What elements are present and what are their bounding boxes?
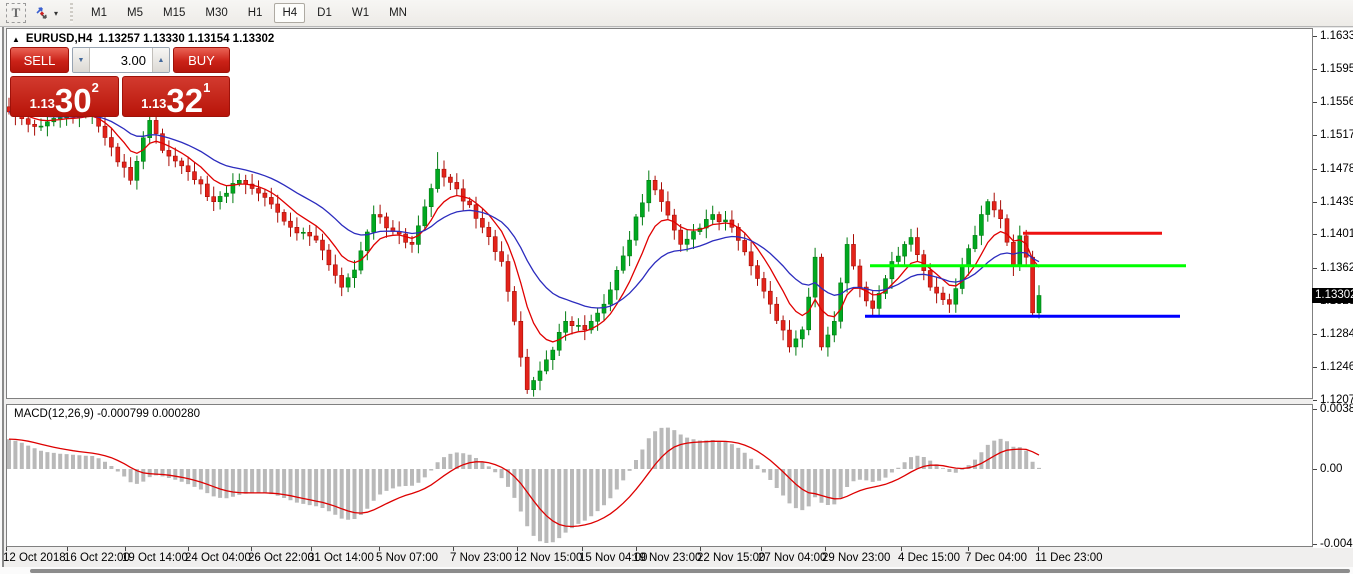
buy-price-box[interactable]: 1.13 32 1 bbox=[122, 76, 231, 117]
time-axis-tick bbox=[700, 547, 701, 551]
timeframe-button-m15[interactable]: M15 bbox=[155, 3, 193, 23]
volume-input[interactable] bbox=[90, 48, 152, 72]
buy-price-pip: 1 bbox=[203, 80, 210, 95]
time-axis-tick bbox=[636, 547, 637, 551]
sell-price-prefix: 1.13 bbox=[30, 96, 55, 114]
time-axis-label[interactable]: 11 Dec 23:00 bbox=[1035, 552, 1103, 564]
sell-price-box[interactable]: 1.13 30 2 bbox=[10, 76, 119, 117]
time-axis-label[interactable]: 19 Oct 14:00 bbox=[122, 552, 188, 564]
bottom-strip bbox=[0, 567, 1353, 574]
time-axis-label[interactable]: 27 Nov 04:00 bbox=[758, 552, 826, 564]
price-axis-label: 1.15950 bbox=[1320, 63, 1353, 76]
price-axis-label: 1.15560 bbox=[1320, 96, 1353, 109]
time-axis-label[interactable]: 7 Dec 04:00 bbox=[965, 552, 1027, 564]
time-axis-tick bbox=[6, 547, 7, 551]
price-axis-label: 1.13620 bbox=[1320, 262, 1353, 275]
timeframe-button-w1[interactable]: W1 bbox=[344, 3, 377, 23]
timeframe-button-m30[interactable]: M30 bbox=[197, 3, 235, 23]
timeframe-button-d1[interactable]: D1 bbox=[309, 3, 340, 23]
time-axis-label[interactable]: 4 Dec 15:00 bbox=[898, 552, 960, 564]
time-axis-tick bbox=[379, 547, 380, 551]
volume-stepper: ▼ ▲ bbox=[72, 47, 170, 73]
time-axis-label[interactable]: 19 Nov 23:00 bbox=[633, 552, 701, 564]
time-axis-tick bbox=[761, 547, 762, 551]
price-axis-label: 1.16330 bbox=[1320, 30, 1353, 43]
macd-axis-tick bbox=[1313, 409, 1317, 410]
timeframe-button-mn[interactable]: MN bbox=[381, 3, 415, 23]
time-axis-label[interactable]: 12 Nov 15:00 bbox=[514, 552, 582, 564]
volume-increase-button[interactable]: ▲ bbox=[152, 48, 169, 72]
arrow-dropdown-caret-icon[interactable]: ▾ bbox=[54, 9, 58, 18]
chart-symbol-title: ▲ EURUSD,H4 1.13257 1.13330 1.13154 1.1330… bbox=[12, 33, 274, 45]
macd-indicator-label: MACD(12,26,9) -0.000799 0.000280 bbox=[14, 408, 200, 420]
time-axis-label[interactable]: 12 Oct 2018 bbox=[3, 552, 66, 564]
price-axis-tick bbox=[1313, 102, 1317, 103]
timeframe-button-h1[interactable]: H1 bbox=[240, 3, 271, 23]
time-axis-label[interactable]: 5 Nov 07:00 bbox=[376, 552, 438, 564]
timeframe-button-m5[interactable]: M5 bbox=[119, 3, 151, 23]
timeframe-button-m1[interactable]: M1 bbox=[83, 3, 115, 23]
symbol-marker-icon: ▲ bbox=[12, 35, 20, 44]
price-axis-label: 1.14010 bbox=[1320, 228, 1353, 241]
macd-indicator-pane[interactable] bbox=[6, 404, 1313, 547]
price-axis-tick bbox=[1313, 268, 1317, 269]
price-axis-label: 1.14390 bbox=[1320, 196, 1353, 209]
price-axis-tick bbox=[1313, 69, 1317, 70]
price-axis-tick bbox=[1313, 234, 1317, 235]
time-axis-tick bbox=[188, 547, 189, 551]
symbol-ohlc-values: 1.13257 1.13330 1.13154 1.13302 bbox=[98, 33, 274, 45]
toolbar-grip bbox=[70, 3, 73, 23]
horizontal-scrollbar[interactable] bbox=[30, 569, 1350, 573]
time-axis-tick bbox=[453, 547, 454, 551]
price-axis-label: 1.12840 bbox=[1320, 328, 1353, 341]
price-axis-tick bbox=[1313, 36, 1317, 37]
time-axis-label[interactable]: 22 Nov 15:00 bbox=[697, 552, 765, 564]
time-axis-tick bbox=[67, 547, 68, 551]
price-axis-tick bbox=[1313, 169, 1317, 170]
macd-axis-label: 0.003847 bbox=[1320, 403, 1353, 416]
sell-price-big: 30 bbox=[55, 87, 92, 114]
sell-button[interactable]: SELL bbox=[10, 47, 69, 73]
time-axis-label[interactable]: 16 Oct 22:00 bbox=[64, 552, 130, 564]
one-click-trading-panel: SELL ▼ ▲ BUY 1.13 30 2 1.13 32 1 bbox=[10, 47, 230, 117]
macd-axis-tick bbox=[1313, 544, 1317, 545]
time-axis-tick bbox=[582, 547, 583, 551]
time-axis-tick bbox=[901, 547, 902, 551]
timeframe-button-group: M1M5M15M30H1H4D1W1MN bbox=[81, 3, 417, 23]
time-axis-tick bbox=[517, 547, 518, 551]
buy-price-prefix: 1.13 bbox=[141, 96, 166, 114]
sell-price-pip: 2 bbox=[92, 80, 99, 95]
toolbar: T ▾ M1M5M15M30H1H4D1W1MN bbox=[0, 0, 1353, 26]
macd-axis-label: 0.00 bbox=[1320, 463, 1342, 476]
time-axis-tick bbox=[311, 547, 312, 551]
time-axis-tick bbox=[1038, 547, 1039, 551]
time-axis-label[interactable]: 24 Oct 04:00 bbox=[185, 552, 251, 564]
price-axis-tick bbox=[1313, 135, 1317, 136]
buy-button[interactable]: BUY bbox=[173, 47, 230, 73]
macd-axis-label: -0.004856 bbox=[1320, 538, 1353, 551]
arrow-objects-icon[interactable] bbox=[32, 3, 52, 23]
text-tool-icon[interactable]: T bbox=[6, 3, 26, 23]
price-axis-label: 1.12460 bbox=[1320, 361, 1353, 374]
time-axis-tick bbox=[125, 547, 126, 551]
price-axis-tick bbox=[1313, 334, 1317, 335]
price-axis-label: 1.15170 bbox=[1320, 129, 1353, 142]
price-axis-tick bbox=[1313, 400, 1317, 401]
price-axis-label: 1.14780 bbox=[1320, 163, 1353, 176]
volume-decrease-button[interactable]: ▼ bbox=[73, 48, 90, 72]
time-axis-label[interactable]: 7 Nov 23:00 bbox=[450, 552, 512, 564]
macd-axis-tick bbox=[1313, 469, 1317, 470]
time-axis-label[interactable]: 31 Oct 14:00 bbox=[308, 552, 374, 564]
symbol-name: EURUSD,H4 bbox=[26, 33, 92, 45]
time-axis-label[interactable]: 29 Nov 23:00 bbox=[822, 552, 890, 564]
time-axis-tick bbox=[968, 547, 969, 551]
timeframe-button-h4[interactable]: H4 bbox=[274, 3, 305, 23]
price-axis-tick bbox=[1313, 367, 1317, 368]
price-axis-tick bbox=[1313, 202, 1317, 203]
buy-price-big: 32 bbox=[166, 87, 203, 114]
time-axis-tick bbox=[251, 547, 252, 551]
time-axis-tick bbox=[825, 547, 826, 551]
current-price-badge: 1.13302 bbox=[1312, 288, 1353, 303]
time-axis-label[interactable]: 26 Oct 22:00 bbox=[248, 552, 314, 564]
